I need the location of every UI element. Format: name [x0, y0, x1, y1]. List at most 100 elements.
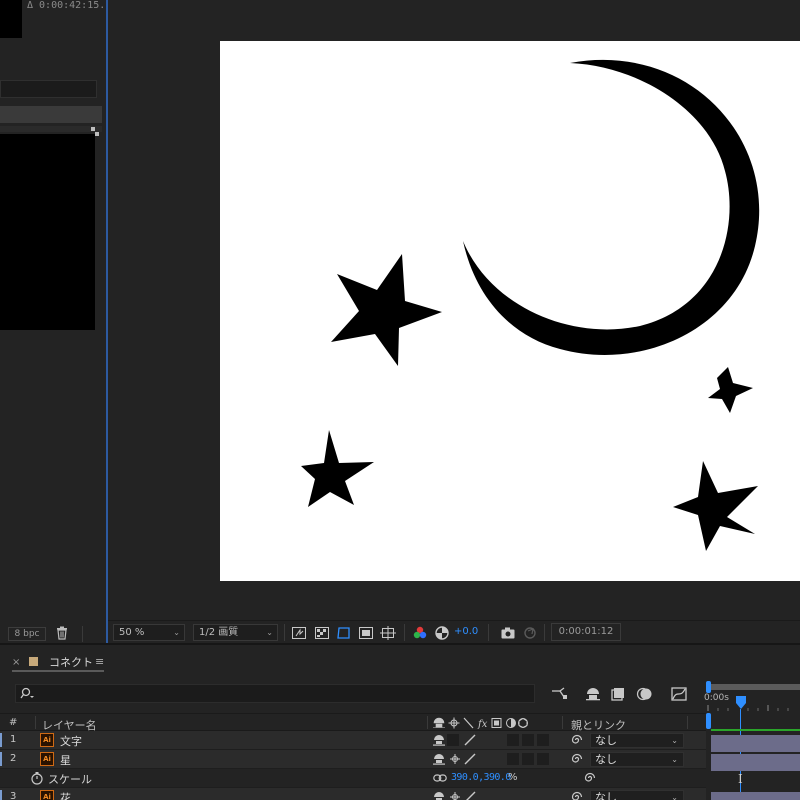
constrain-proportions-icon[interactable] — [433, 772, 447, 784]
divider — [82, 626, 83, 642]
tab-composition[interactable]: コネクト — [49, 654, 93, 670]
resolution-value: 1/2 画質 — [199, 627, 239, 638]
composition-canvas[interactable] — [220, 41, 800, 581]
render-cache-bar — [711, 729, 800, 731]
motion-blur-icon[interactable] — [636, 685, 654, 703]
project-item-list[interactable] — [0, 134, 95, 330]
layer-column-header: # レイヤー名 fx 親とリンク — [0, 713, 706, 732]
pickwhip-icon[interactable] — [570, 752, 584, 766]
camera-icon[interactable] — [500, 625, 516, 641]
layer-label-color[interactable] — [0, 752, 2, 766]
pickwhip-icon[interactable] — [570, 790, 584, 800]
layer-name[interactable]: 星 — [60, 752, 71, 768]
comp-label-color — [29, 657, 38, 666]
effects-switch[interactable] — [507, 753, 519, 765]
layer-duration-bar[interactable] — [711, 735, 800, 752]
current-time-display[interactable]: 0:00:01:12 — [551, 623, 621, 641]
mask-path-visibility-icon[interactable] — [336, 625, 352, 641]
star-shape-right — [673, 461, 758, 551]
motion-blur-switch[interactable] — [537, 753, 549, 765]
timeline-search-input[interactable] — [15, 684, 535, 703]
parent-dropdown[interactable]: なし ⌄ — [590, 752, 684, 767]
switches-header-icons: fx — [433, 717, 528, 729]
shy-layers-icon[interactable] — [584, 685, 602, 703]
time-ruler-label: 0:00s — [704, 693, 729, 703]
close-tab-icon[interactable]: × — [12, 657, 20, 668]
parent-dropdown[interactable]: なし ⌄ — [590, 733, 684, 748]
collapse-switch-icon[interactable] — [449, 790, 461, 800]
layer-row[interactable]: 2 Ai 星 なし ⌄ — [0, 750, 706, 769]
resolution-dropdown[interactable]: 1/2 画質 ⌄ — [193, 624, 278, 641]
effects-switch[interactable] — [507, 734, 519, 746]
divider — [35, 716, 36, 729]
current-time-indicator-head[interactable] — [735, 696, 747, 710]
layer-row[interactable]: 1 Ai 文字 なし ⌄ — [0, 731, 706, 750]
project-panel: Δ 0:00:42:15... 8 bpc — [0, 0, 117, 643]
parent-value: なし — [595, 753, 617, 766]
illustrator-file-icon: Ai — [40, 733, 54, 747]
frame-blend-switch[interactable] — [522, 734, 534, 746]
zoom-dropdown[interactable]: 50 % ⌄ — [113, 624, 185, 641]
layer-number: 1 — [10, 734, 17, 745]
composition-flowchart-icon[interactable] — [550, 685, 568, 703]
property-row-scale[interactable]: スケール 390.0,390.0 % — [0, 769, 706, 788]
layer-name[interactable]: 文字 — [60, 733, 82, 749]
parent-dropdown[interactable]: なし ⌄ — [590, 790, 684, 800]
shy-switch-icon[interactable] — [433, 752, 445, 766]
show-snapshot-icon[interactable] — [522, 625, 538, 641]
illustrator-file-icon: Ai — [40, 752, 54, 766]
search-icon — [20, 687, 34, 699]
pickwhip-icon[interactable] — [570, 733, 584, 747]
column-number-label: # — [9, 717, 18, 728]
chevron-down-icon: ⌄ — [671, 755, 678, 764]
quality-switch-icon[interactable] — [463, 790, 477, 800]
panel-menu-icon[interactable]: ≡ — [95, 655, 104, 668]
fast-previews-icon[interactable] — [291, 625, 307, 641]
frame-blend-switch[interactable] — [522, 753, 534, 765]
project-search-input[interactable] — [0, 80, 97, 98]
active-tab-indicator — [12, 670, 104, 672]
project-list-header — [0, 126, 102, 132]
color-management-icon[interactable] — [434, 625, 450, 641]
graph-editor-icon[interactable] — [670, 685, 688, 703]
trash-icon[interactable] — [54, 625, 70, 641]
channels-icon[interactable] — [412, 625, 428, 641]
work-area-bar[interactable] — [710, 684, 800, 690]
quality-switch-icon[interactable] — [463, 733, 477, 747]
layer-number: 2 — [10, 753, 17, 764]
grid-guides-icon[interactable] — [380, 625, 396, 641]
viewer-toolbar: 50 % ⌄ 1/2 画質 ⌄ +0.0 0:00:01:12 — [108, 620, 800, 643]
project-thumbnail — [0, 0, 22, 38]
moon-crescent-shape — [463, 59, 760, 355]
layer-name[interactable]: 花 — [60, 790, 71, 800]
pickwhip-icon[interactable] — [583, 771, 597, 785]
exposure-value[interactable]: +0.0 — [454, 626, 478, 637]
star-shape-small — [708, 367, 753, 413]
quality-switch-icon[interactable] — [463, 752, 477, 766]
property-value[interactable]: 390.0,390.0 — [451, 772, 511, 783]
region-of-interest-icon[interactable] — [358, 625, 374, 641]
shy-switch-icon[interactable] — [433, 790, 445, 800]
work-area-start-handle[interactable] — [706, 681, 711, 693]
timeline-track-area[interactable]: 0:00s I — [704, 679, 800, 800]
collapse-switch[interactable] — [447, 734, 459, 746]
layer-label-color[interactable] — [0, 733, 2, 747]
stopwatch-icon[interactable] — [30, 771, 44, 785]
layer-duration-bar[interactable] — [711, 792, 800, 800]
bit-depth-button[interactable]: 8 bpc — [8, 627, 46, 641]
transparency-grid-icon[interactable] — [314, 625, 330, 641]
motion-blur-switch[interactable] — [537, 734, 549, 746]
project-column-header — [0, 106, 102, 123]
divider — [284, 624, 285, 641]
collapse-switch-icon[interactable] — [449, 752, 461, 766]
shy-switch-icon[interactable] — [433, 733, 445, 747]
divider — [427, 716, 428, 729]
layer-label-color[interactable] — [0, 790, 2, 800]
timeline-panel: × コネクト ≡ # レイヤー名 fx 親とリンク 1 Ai 文字 なし ⌄ 2… — [0, 643, 800, 800]
divider — [562, 716, 563, 729]
frame-blending-icon[interactable] — [609, 685, 627, 703]
layer-row[interactable]: 3 Ai 花 なし ⌄ — [0, 788, 706, 800]
layer-duration-bar[interactable] — [711, 754, 800, 771]
chevron-down-icon: ⌄ — [671, 736, 678, 745]
keyframe-ibeam-icon[interactable]: I — [738, 772, 743, 786]
